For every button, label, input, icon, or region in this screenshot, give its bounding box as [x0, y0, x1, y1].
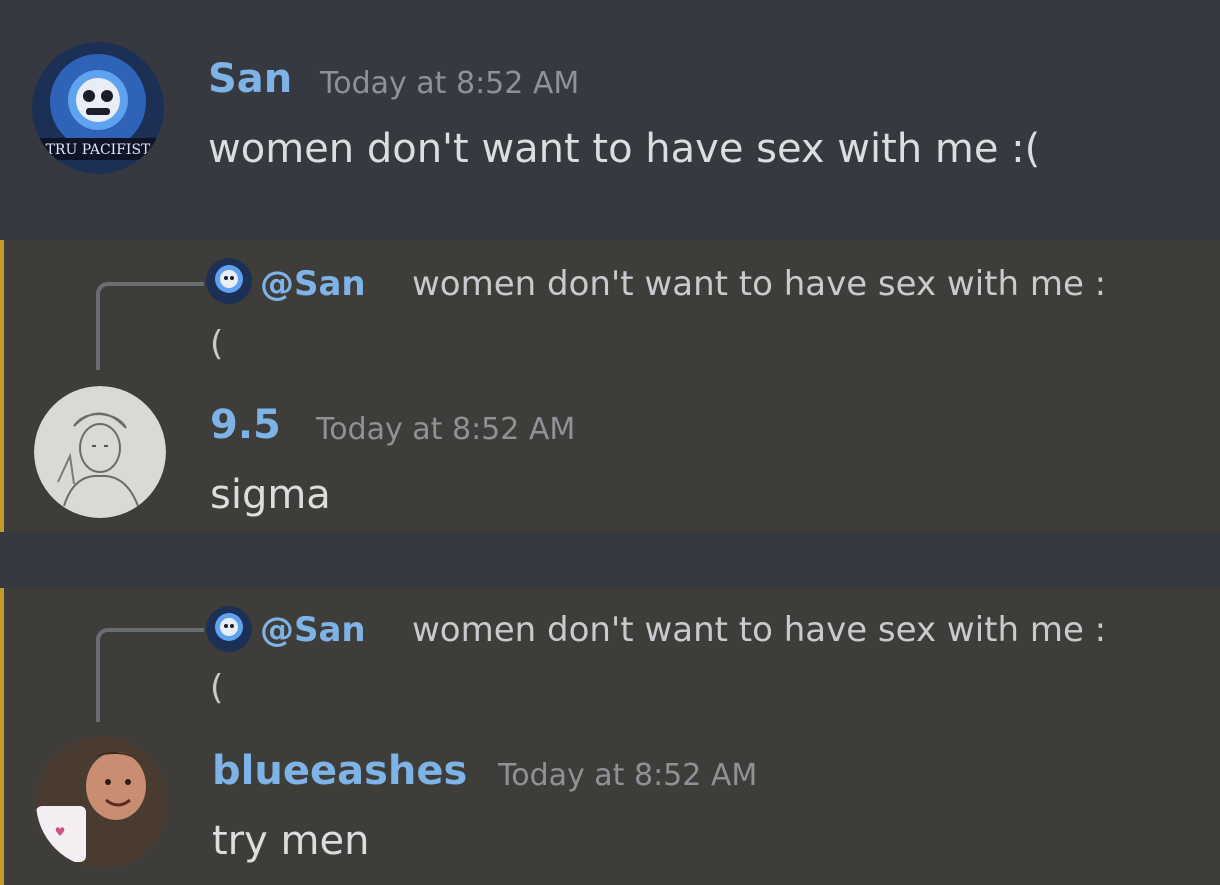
message-content: women don't want to have sex with me :(: [208, 126, 1041, 172]
reply-mention[interactable]: @San: [260, 264, 366, 304]
message-blueeashes: @San women don't want to have sex with m…: [0, 588, 1220, 885]
skeleton-avatar-icon[interactable]: TRU PACIFIST: [32, 42, 164, 174]
person-mug-avatar-icon[interactable]: ♥: [36, 736, 168, 868]
sketch-avatar-icon[interactable]: [34, 386, 166, 518]
reply-preview-wrap: (: [210, 324, 224, 364]
timestamp: Today at 8:52 AM: [320, 66, 580, 101]
reply-connector: [96, 628, 204, 722]
author-name[interactable]: 9.5: [210, 402, 281, 448]
svg-text:TRU PACIFIST: TRU PACIFIST: [46, 142, 151, 158]
reply-mention[interactable]: @San: [260, 610, 366, 650]
reply-preview[interactable]: women don't want to have sex with me :: [412, 264, 1106, 304]
timestamp: Today at 8:52 AM: [316, 412, 576, 447]
reply-connector: [96, 282, 204, 370]
message-content: sigma: [210, 472, 331, 518]
svg-text:♥: ♥: [55, 825, 66, 839]
author-name[interactable]: blueeashes: [212, 748, 467, 794]
message-content: try men: [212, 818, 370, 864]
message-9-5: @San women don't want to have sex with m…: [0, 240, 1220, 532]
timestamp: Today at 8:52 AM: [498, 758, 758, 793]
author-name[interactable]: San: [208, 56, 292, 102]
message-divider-gap: [0, 532, 1220, 588]
message-san: TRU PACIFIST San Today at 8:52 AM women …: [0, 0, 1220, 240]
reply-preview[interactable]: women don't want to have sex with me :: [412, 610, 1106, 650]
reply-avatar-icon[interactable]: [206, 606, 252, 652]
reply-preview-wrap: (: [210, 668, 224, 708]
reply-avatar-icon[interactable]: [206, 258, 252, 304]
